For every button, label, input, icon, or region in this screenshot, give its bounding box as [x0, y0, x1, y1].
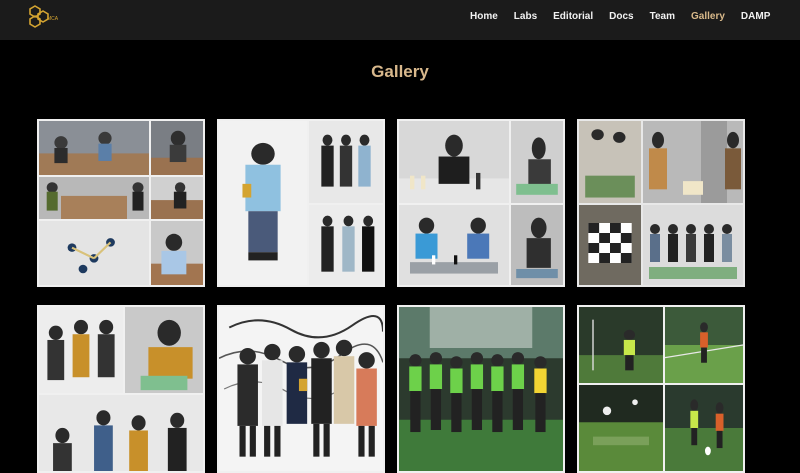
photo-chess-2 — [511, 121, 563, 203]
photo-chess-3 — [399, 205, 509, 285]
photo-football-match-3 — [579, 385, 663, 471]
photo-chess-1 — [399, 121, 509, 203]
photo-group — [219, 307, 383, 471]
photo-team-1 — [39, 307, 123, 393]
photo-team-3 — [39, 395, 203, 471]
gallery-item-group-photo[interactable] — [217, 305, 385, 473]
nav-damp[interactable]: DAMP — [741, 11, 770, 22]
photo-winners-1 — [309, 121, 383, 203]
photo-carrom-5 — [39, 221, 149, 285]
photo-football-match-2 — [665, 307, 743, 383]
gallery-item-chess-collage[interactable] — [397, 119, 565, 287]
gallery-item-carrom-collage[interactable] — [37, 119, 205, 287]
photo-carrom-3 — [39, 177, 149, 219]
photo-chess-event-4 — [643, 205, 743, 285]
nav-gallery[interactable]: Gallery — [691, 11, 725, 22]
gallery-item-winners-collage[interactable] — [217, 119, 385, 287]
photo-winners-3 — [309, 205, 383, 285]
svg-text:MCA: MCA — [47, 16, 59, 22]
nav-editorial[interactable]: Editorial — [553, 11, 593, 22]
nav-menu: Home Labs Editorial Docs Team Gallery DA… — [470, 11, 786, 22]
gallery-item-chess-event-collage[interactable] — [577, 119, 745, 287]
nav-home[interactable]: Home — [470, 11, 498, 22]
photo-chess-event-1 — [579, 121, 641, 203]
nav-labs[interactable]: Labs — [514, 11, 537, 22]
photo-carrom-6 — [151, 221, 203, 285]
photo-football-team — [399, 307, 563, 471]
photo-winners-2 — [219, 121, 307, 285]
gallery-item-team-collage[interactable] — [37, 305, 205, 473]
nav-docs[interactable]: Docs — [609, 11, 633, 22]
photo-chess-4 — [511, 205, 563, 285]
photo-football-match-1 — [579, 307, 663, 383]
gallery-item-football-match-collage[interactable] — [577, 305, 745, 473]
navbar: MCA Home Labs Editorial Docs Team Galler… — [0, 0, 800, 40]
photo-chess-event-3 — [579, 205, 641, 285]
nav-team[interactable]: Team — [650, 11, 675, 22]
photo-football-match-4 — [665, 385, 743, 471]
photo-carrom-4 — [151, 177, 203, 219]
gallery-item-football-team-photo[interactable] — [397, 305, 565, 473]
logo-icon[interactable]: MCA — [26, 4, 60, 28]
page-title: Gallery — [371, 62, 429, 81]
photo-carrom-1 — [39, 121, 149, 175]
photo-carrom-2 — [151, 121, 203, 175]
photo-team-2 — [125, 307, 203, 393]
photo-chess-event-2 — [643, 121, 743, 203]
